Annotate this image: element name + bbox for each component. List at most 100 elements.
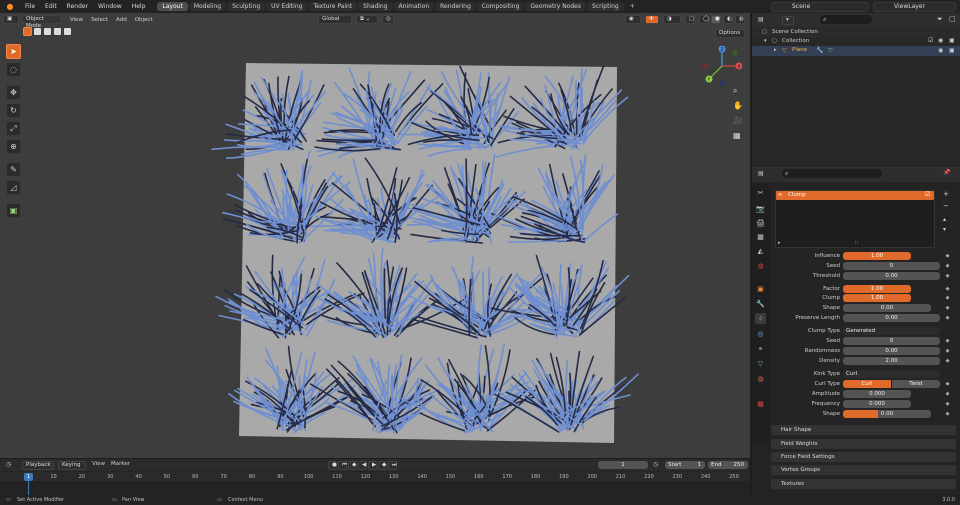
scene-selector[interactable]: Scene [771, 1, 869, 12]
menu-help[interactable]: Help [127, 3, 151, 10]
tab-shading[interactable]: Shading [358, 2, 393, 11]
jump-end-icon[interactable]: ⏭ [388, 460, 397, 470]
mode-dropdown[interactable]: Object Mode [22, 15, 62, 29]
list-expand-icon[interactable]: ▸ [778, 240, 781, 246]
amplitude-field[interactable]: 0.000 [843, 390, 911, 398]
keyframe-icon[interactable]: ◆ [944, 411, 951, 418]
viewport-menu-view[interactable]: View [70, 17, 83, 23]
keyframe-icon[interactable]: ◆ [944, 391, 951, 398]
data-properties-tab-icon[interactable]: ▽ [755, 358, 766, 369]
keyframe-icon[interactable]: ◆ [944, 273, 951, 280]
density-field[interactable]: 2.00 [843, 357, 940, 365]
factor-field[interactable]: 1.00 [843, 285, 911, 293]
outliner-filter-button[interactable]: ▾ [782, 16, 794, 25]
keyframe-icon[interactable]: ◆ [944, 381, 951, 388]
outliner-scene-collection-row[interactable]: ▢ Scene Collection [752, 28, 960, 37]
overlay-toggle[interactable]: ◑ [663, 15, 681, 24]
output-properties-tab-icon[interactable]: 🖨 [755, 217, 766, 228]
play-reverse-icon[interactable]: ◀ [358, 460, 367, 470]
proportional-edit-toggle[interactable]: ◎ [382, 15, 394, 24]
menu-edit[interactable]: Edit [40, 3, 62, 10]
object-visibility-icon[interactable]: ◉ [938, 47, 943, 54]
playhead[interactable]: 1 [24, 473, 33, 481]
influence-field[interactable]: 1.00 [843, 252, 911, 260]
clump-type-dropdown[interactable]: Generated [843, 327, 940, 335]
viewport-menu-add[interactable]: Add [116, 17, 127, 23]
modifier-enable-checkbox-icon[interactable]: ☑ [925, 191, 930, 198]
render-properties-tab-icon[interactable]: 📷 [755, 203, 766, 214]
modifier-properties-tab-icon[interactable]: 🔧 [755, 298, 766, 309]
keyframe-icon[interactable]: ◆ [944, 253, 951, 260]
scene-properties-tab-icon[interactable]: ◭ [755, 245, 766, 256]
select-new-icon[interactable] [23, 27, 32, 36]
next-keyframe-icon[interactable]: ◆ [378, 460, 387, 470]
snap-toggle[interactable]: ⧉ ⌄ [356, 15, 378, 24]
outliner-collection-row[interactable]: ▾ ▢ Collection ☑ ◉ ▣ [752, 37, 960, 46]
object-render-icon[interactable]: ▣ [949, 47, 955, 54]
keyframe-icon[interactable]: ◆ [944, 338, 951, 345]
viewport-menu-select[interactable]: Select [91, 17, 108, 23]
annotate-tool-icon[interactable]: ✎ [6, 162, 21, 177]
section-hair-shape[interactable]: Hair Shape [771, 425, 956, 435]
pan-view-icon[interactable]: ✋ [733, 101, 743, 110]
tab-layout[interactable]: Layout [157, 2, 188, 11]
list-move-up-button[interactable]: ▴ [943, 216, 946, 223]
clump-field[interactable]: 1.00 [843, 294, 911, 302]
shading-rendered[interactable]: ◍ [735, 15, 745, 24]
select-intersect-icon[interactable] [63, 27, 72, 36]
expand-arrow-icon[interactable]: ▸ [774, 47, 777, 53]
clump-modifier-row[interactable]: ≋ Clump ☑ [776, 191, 934, 200]
shading-wireframe[interactable]: ◯ [699, 15, 709, 24]
timeline-menu-view[interactable]: View [92, 461, 105, 467]
transform-tool-icon[interactable]: ⊕ [6, 139, 21, 154]
tab-modeling[interactable]: Modeling [188, 2, 227, 11]
select-invert-icon[interactable] [53, 27, 62, 36]
zoom-view-icon[interactable]: ⌕ [733, 86, 737, 96]
tool-properties-tab-icon[interactable]: ✂ [755, 187, 766, 198]
threshold-field[interactable]: 0.00 [843, 272, 940, 280]
prev-keyframe-icon[interactable]: ◆ [348, 460, 357, 470]
keyframe-icon[interactable]: ◆ [944, 401, 951, 408]
measure-tool-icon[interactable]: ◿ [6, 180, 21, 195]
select-subtract-icon[interactable] [43, 27, 52, 36]
current-frame-field[interactable]: 1 [598, 461, 648, 469]
kink-type-dropdown[interactable]: Curl [843, 370, 940, 378]
curl-type-option-twist[interactable]: Twist [892, 380, 940, 388]
section-textures[interactable]: Textures [771, 479, 956, 489]
xray-toggle[interactable]: ▢ [685, 15, 695, 24]
play-icon[interactable]: ▶ [368, 460, 377, 470]
collection-visibility-icon[interactable]: ◉ [938, 37, 943, 44]
collection-checkbox-icon[interactable]: ☑ [928, 37, 933, 44]
outliner-new-collection-icon[interactable]: ▢ [949, 15, 956, 23]
select-extend-icon[interactable] [33, 27, 42, 36]
object-properties-tab-icon[interactable]: ▣ [755, 283, 766, 294]
properties-search-input[interactable]: ⌕ [782, 169, 882, 178]
keyframe-icon[interactable]: ◆ [944, 286, 951, 293]
keyframe-icon[interactable]: ◆ [944, 315, 951, 322]
record-icon[interactable]: ● [328, 460, 337, 470]
seed-field-2[interactable]: 0 [843, 337, 940, 345]
properties-pin-icon[interactable]: 📌 [943, 169, 950, 176]
outliner-search-input[interactable]: ⌕ [820, 15, 872, 24]
viewport-visibility-button[interactable]: ◉ [625, 15, 641, 24]
tab-texture-paint[interactable]: Texture Paint [308, 2, 358, 11]
particle-properties-tab-icon[interactable]: ⁘ [755, 313, 766, 324]
world-properties-tab-icon[interactable]: ◍ [755, 260, 766, 271]
tab-rendering[interactable]: Rendering [435, 2, 476, 11]
keyframe-icon[interactable]: ◆ [944, 358, 951, 365]
tab-scripting[interactable]: Scripting [587, 2, 624, 11]
options-dropdown[interactable]: Options [715, 29, 745, 38]
keyframe-icon[interactable]: ◆ [944, 305, 951, 312]
end-frame-field[interactable]: End 250 [708, 461, 748, 469]
3d-viewport[interactable] [0, 13, 750, 458]
jump-start-icon[interactable]: ⏮ [338, 460, 347, 470]
outliner-plane-row[interactable]: ▸ ▽ Plane 🔧 ▽ ◉ ▣ [752, 46, 960, 56]
randomness-field[interactable]: 0.00 [843, 347, 940, 355]
shading-material[interactable]: ◐ [723, 15, 733, 24]
list-move-down-button[interactable]: ▾ [943, 226, 946, 233]
shading-solid[interactable]: ● [711, 15, 721, 24]
editor-type-button[interactable]: ▣ [3, 15, 19, 24]
section-vertex-groups[interactable]: Vertex Groups [771, 465, 956, 475]
section-force-field-settings[interactable]: Force Field Settings [771, 452, 956, 462]
tab-uv-editing[interactable]: UV Editing [266, 2, 308, 11]
